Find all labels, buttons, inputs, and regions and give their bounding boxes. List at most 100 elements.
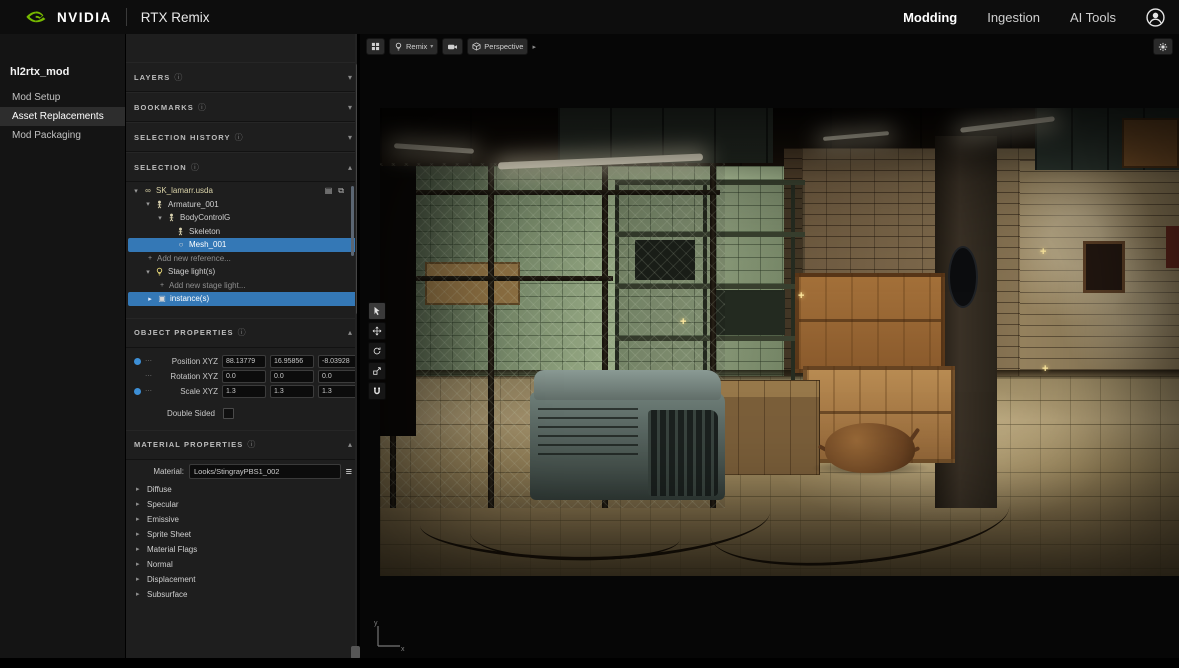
rotation-x-input[interactable]: [222, 370, 266, 383]
double-sided-checkbox[interactable]: [223, 408, 234, 419]
skeleton-icon: [176, 227, 186, 236]
chevron-down-icon: ▾: [430, 43, 433, 50]
chevron-down-icon[interactable]: ▾: [144, 200, 152, 208]
section-label: LAYERS: [134, 73, 170, 82]
app-title: RTX Remix: [141, 10, 210, 25]
chevron-down-icon[interactable]: ▾: [156, 214, 164, 222]
viewport-settings-button[interactable]: [1153, 38, 1173, 55]
layers-icon[interactable]: ▤: [325, 186, 333, 196]
viewport-grid-button[interactable]: [366, 38, 385, 55]
material-group-material-flags[interactable]: ▸ Material Flags: [126, 542, 360, 557]
rotation-z-input[interactable]: [318, 370, 360, 383]
perspective-dropdown[interactable]: Perspective: [467, 38, 528, 55]
material-path-field[interactable]: Looks/StingrayPBS1_002: [189, 464, 341, 479]
remix-lighting-dropdown[interactable]: Remix ▾: [389, 38, 438, 55]
chevron-up-icon[interactable]: ▴: [348, 440, 352, 449]
move-tool-button[interactable]: [368, 322, 386, 340]
position-x-input[interactable]: [222, 355, 266, 368]
tree-item-skeleton[interactable]: Skeleton: [126, 225, 360, 239]
material-group-displacement[interactable]: ▸ Displacement: [126, 572, 360, 587]
tree-item-label: Armature_001: [168, 200, 219, 209]
user-profile-icon[interactable]: [1146, 8, 1165, 27]
scale-x-input[interactable]: [222, 385, 266, 398]
section-object-properties[interactable]: OBJECT PROPERTIES ⓘ ▴: [126, 318, 360, 348]
material-group-specular[interactable]: ▸ Specular: [126, 497, 360, 512]
tree-item-sk-lamarr[interactable]: ▾ ∞ SK_lamarr.usda ▤ ⧉: [126, 184, 360, 198]
chevron-down-icon[interactable]: ▾: [348, 73, 352, 82]
chevron-down-icon[interactable]: ▾: [144, 268, 152, 276]
tree-item-label: SK_lamarr.usda: [156, 186, 213, 195]
tree-item-label: Stage light(s): [168, 267, 215, 276]
scene-vignette: [380, 108, 1179, 576]
nav-tab-modding[interactable]: Modding: [903, 10, 957, 25]
nav-tab-ingestion[interactable]: Ingestion: [987, 10, 1040, 25]
duplicate-icon[interactable]: ⧉: [338, 186, 344, 196]
chevron-down-icon[interactable]: ▾: [132, 187, 140, 195]
camera-button[interactable]: [442, 38, 463, 55]
chevron-right-icon[interactable]: ▸: [146, 295, 154, 303]
nav-tab-ai-tools[interactable]: AI Tools: [1070, 10, 1116, 25]
xform-icon: [155, 200, 165, 209]
section-selection-history[interactable]: SELECTION HISTORY ⓘ ▾: [126, 122, 360, 152]
modified-indicator[interactable]: [134, 388, 141, 395]
info-icon: ⓘ: [238, 327, 246, 338]
info-icon: ⓘ: [198, 102, 206, 113]
scale-y-input[interactable]: [270, 385, 314, 398]
position-label: Position XYZ: [156, 357, 218, 366]
chevron-right-icon[interactable]: ▸: [532, 43, 536, 51]
chevron-up-icon[interactable]: ▴: [348, 328, 352, 337]
tree-scrollbar[interactable]: [351, 186, 354, 256]
section-bookmarks[interactable]: BOOKMARKS ⓘ ▾: [126, 92, 360, 122]
material-group-subsurface[interactable]: ▸ Subsurface: [126, 587, 360, 602]
tree-item-label: Skeleton: [189, 227, 220, 236]
scale-label: Scale XYZ: [156, 387, 218, 396]
nvidia-eye-icon: [26, 9, 50, 25]
modified-indicator[interactable]: [134, 373, 141, 380]
rotation-y-input[interactable]: [270, 370, 314, 383]
rotation-row: ⋯ Rotation XYZ: [126, 369, 360, 384]
row-menu-icon[interactable]: ⋯: [145, 387, 152, 395]
sidebar-item-asset-replacements[interactable]: Asset Replacements: [0, 107, 125, 126]
position-y-input[interactable]: [270, 355, 314, 368]
tree-item-bodycontrol[interactable]: ▾ BodyControlG: [126, 211, 360, 225]
snap-tool-button[interactable]: [368, 382, 386, 400]
tree-item-add-stage-light[interactable]: + Add new stage light...: [126, 279, 360, 293]
tree-item-label: Add new stage light...: [169, 281, 246, 290]
hamburger-menu-icon[interactable]: ≡: [346, 466, 354, 478]
position-z-input[interactable]: [318, 355, 360, 368]
material-group-sprite-sheet[interactable]: ▸ Sprite Sheet: [126, 527, 360, 542]
tree-item-mesh-001[interactable]: ○ Mesh_001: [128, 238, 358, 252]
plus-icon: +: [146, 255, 154, 262]
scale-z-input[interactable]: [318, 385, 360, 398]
topbar-separator: [126, 8, 127, 26]
chevron-right-icon: ▸: [136, 530, 142, 538]
viewport-canvas[interactable]: + + + +: [380, 108, 1179, 576]
chevron-down-icon[interactable]: ▾: [348, 133, 352, 142]
scale-tool-button[interactable]: [368, 362, 386, 380]
section-layers[interactable]: LAYERS ⓘ ▾: [126, 62, 360, 92]
tree-item-stage-lights[interactable]: ▾ Stage light(s): [126, 265, 360, 279]
section-material-properties[interactable]: MATERIAL PROPERTIES ⓘ ▴: [126, 430, 360, 460]
rotate-tool-button[interactable]: [368, 342, 386, 360]
sidebar-item-mod-setup[interactable]: Mod Setup: [0, 88, 125, 107]
tree-item-instances[interactable]: ▸ ▣ instance(s): [128, 292, 358, 306]
section-label: MATERIAL PROPERTIES: [134, 440, 243, 449]
sidebar-item-mod-packaging[interactable]: Mod Packaging: [0, 126, 125, 145]
xform-icon: [167, 213, 177, 222]
material-group-emissive[interactable]: ▸ Emissive: [126, 512, 360, 527]
modified-indicator[interactable]: [134, 358, 141, 365]
chevron-up-icon[interactable]: ▴: [348, 163, 352, 172]
material-group-diffuse[interactable]: ▸ Diffuse: [126, 482, 360, 497]
chevron-right-icon: ▸: [136, 545, 142, 553]
material-group-normal[interactable]: ▸ Normal: [126, 557, 360, 572]
chevron-down-icon[interactable]: ▾: [348, 103, 352, 112]
chevron-right-icon: ▸: [136, 500, 142, 508]
info-icon: ⓘ: [247, 439, 255, 450]
row-menu-icon[interactable]: ⋯: [145, 357, 152, 365]
select-tool-button[interactable]: [368, 302, 386, 320]
tree-item-armature[interactable]: ▾ Armature_001: [126, 198, 360, 212]
row-menu-icon[interactable]: ⋯: [145, 372, 152, 380]
tree-item-add-reference[interactable]: + Add new reference...: [126, 252, 360, 266]
svg-text:y: y: [374, 620, 378, 627]
section-selection[interactable]: SELECTION ⓘ ▴: [126, 152, 360, 182]
